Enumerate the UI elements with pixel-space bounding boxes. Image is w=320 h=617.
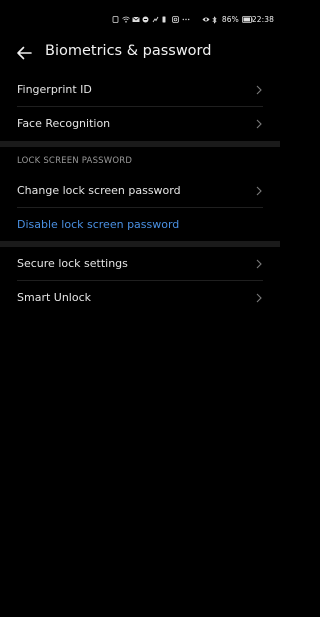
change-lock-screen-password-item[interactable]: Change lock screen password [0,174,280,207]
smart-unlock-label: Smart Unlock [17,291,91,304]
lock-screen-password-header: LOCK SCREEN PASSWORD [17,156,133,166]
arrow-left-icon [17,46,32,60]
notification-icons [112,14,190,24]
chevron-right-icon [256,186,262,196]
back-button[interactable] [14,43,34,63]
chevron-right-icon [256,293,262,303]
battery-percent: 86% [221,14,239,24]
disable-lock-screen-password-label: Disable lock screen password [17,218,180,231]
signal-icon [152,16,159,23]
header: Biometrics & password [0,38,280,68]
face-recognition-item[interactable]: Face Recognition [0,107,280,140]
eye-icon [202,16,210,23]
clock: 22:38 [251,14,274,24]
phone-icon [112,15,119,23]
battery-small-icon [162,16,169,23]
chevron-right-icon [256,119,262,129]
instagram-icon [172,15,179,23]
page-title: Biometrics & password [45,43,212,59]
section-separator [0,141,280,147]
message-icon [142,16,149,23]
fingerprint-id-label: Fingerprint ID [17,83,92,96]
face-recognition-label: Face Recognition [17,117,111,130]
change-lock-screen-password-label: Change lock screen password [17,184,181,197]
bluetooth-icon [212,15,219,24]
chevron-right-icon [256,259,262,269]
battery-icon [241,15,253,23]
smart-unlock-item[interactable]: Smart Unlock [0,281,280,314]
fingerprint-id-item[interactable]: Fingerprint ID [0,73,280,106]
disable-lock-screen-password-item[interactable]: Disable lock screen password [0,208,280,241]
wifi-icon [122,16,130,23]
status-right: 86% 22:38 [202,13,274,25]
status-bar: 86% 22:38 [0,0,280,34]
secure-lock-settings-item[interactable]: Secure lock settings [0,247,280,280]
chevron-right-icon [256,85,262,95]
more-icon [182,16,190,23]
secure-lock-settings-label: Secure lock settings [17,257,128,270]
mail-icon [132,16,140,23]
